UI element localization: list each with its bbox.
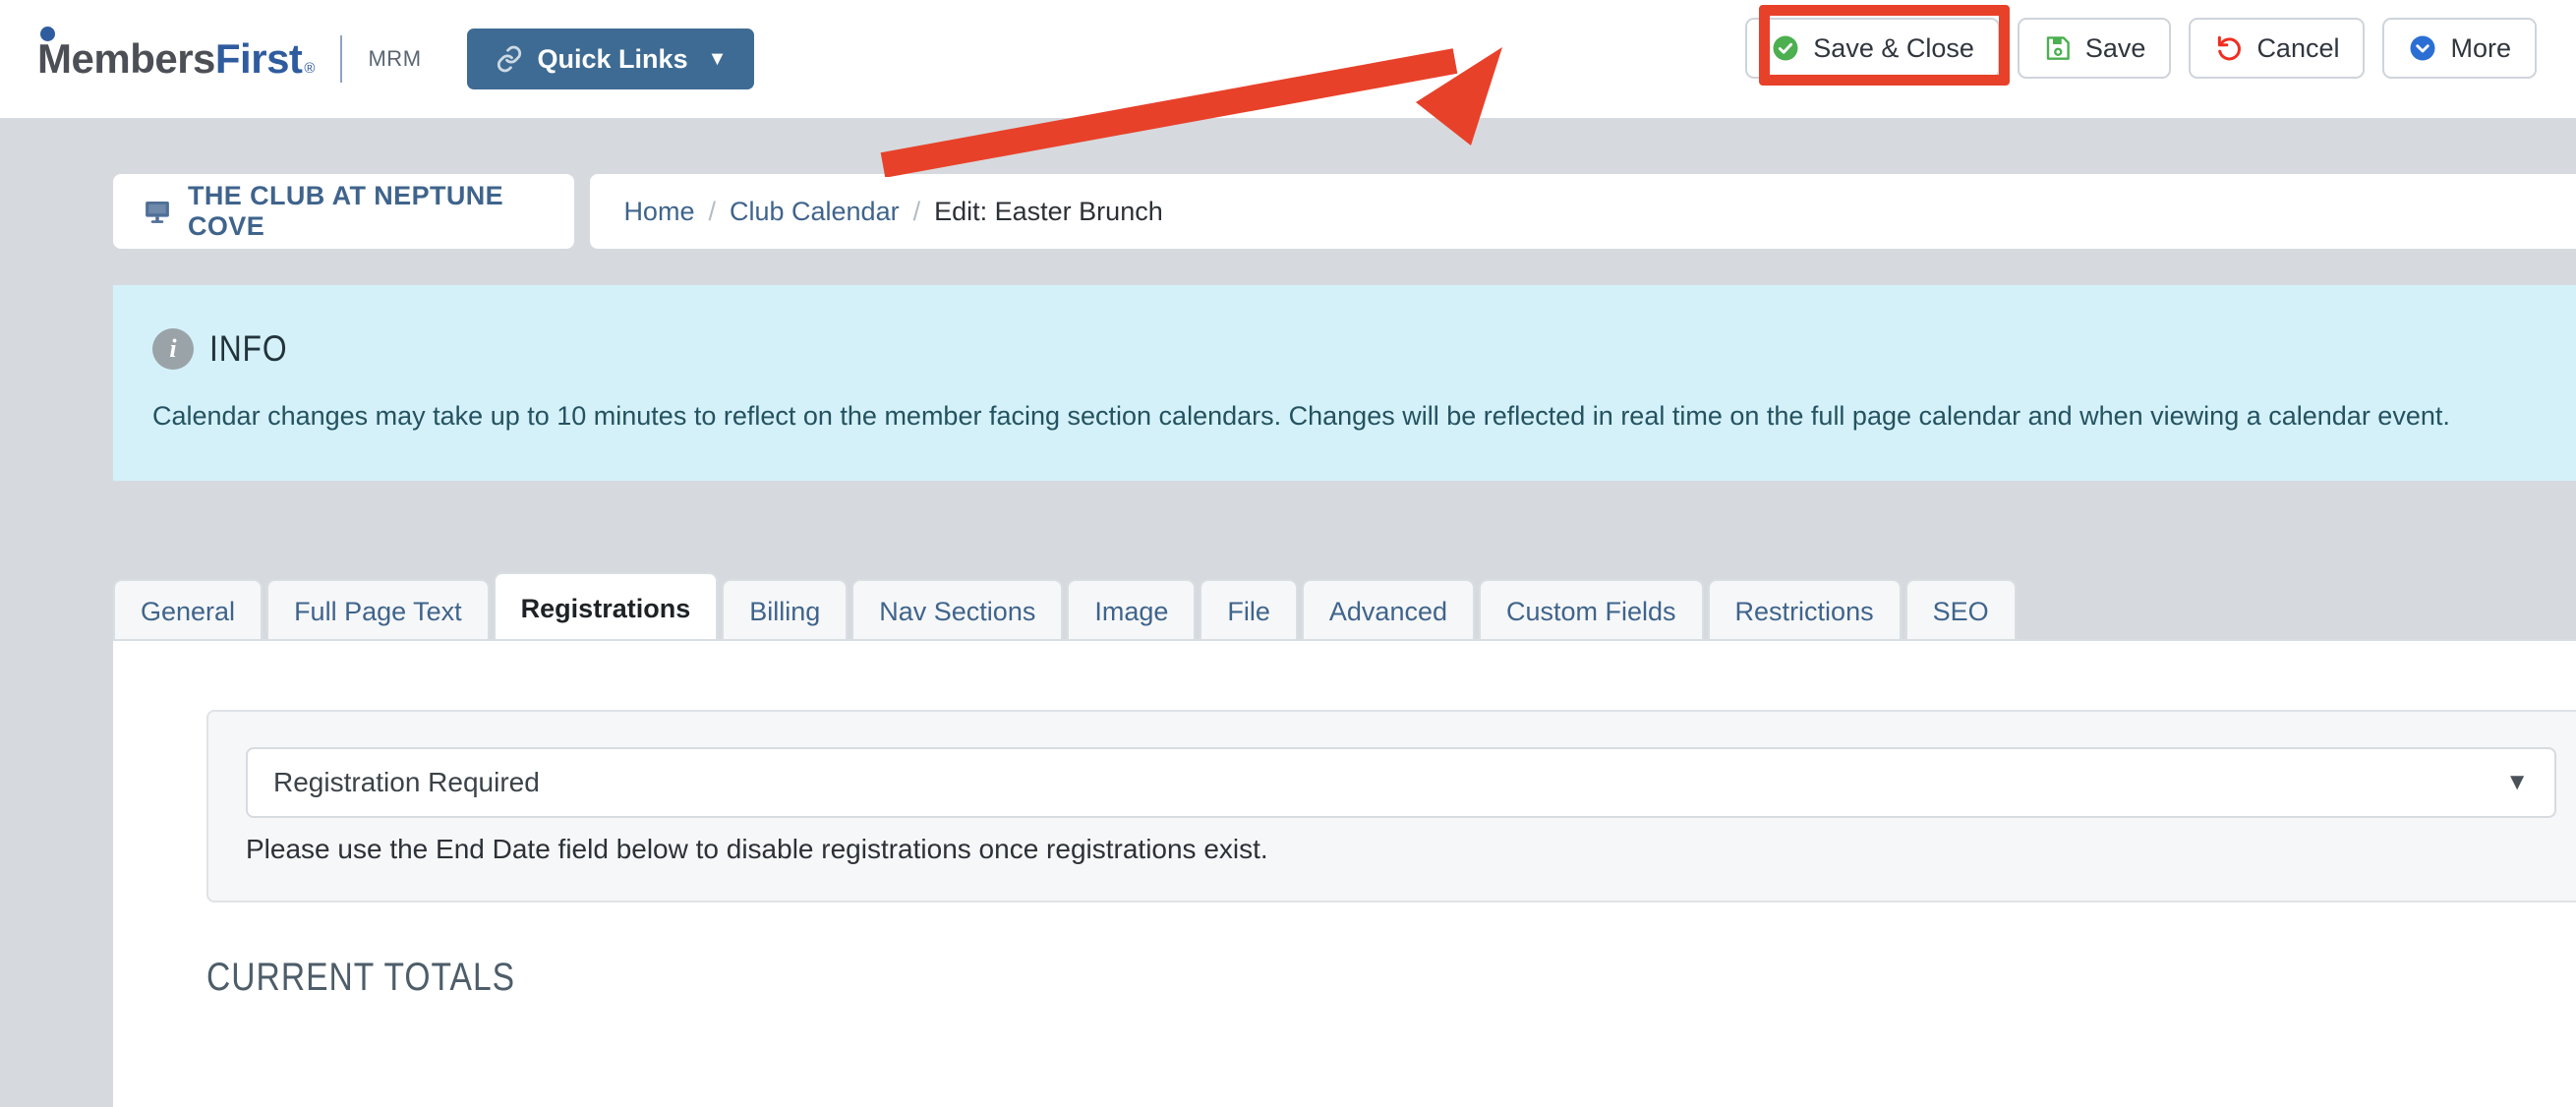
tab-full-page-text[interactable]: Full Page Text: [266, 579, 490, 643]
site-selector-chip[interactable]: THE CLUB AT NEPTUNE COVE: [113, 174, 575, 249]
breadcrumb-current: Edit: Easter Brunch: [934, 196, 1163, 226]
logo-dot-icon: [40, 27, 55, 41]
brand-logo: Members First ® MRM: [37, 27, 422, 83]
tab-registrations[interactable]: Registrations: [493, 572, 719, 643]
registration-settings-card: Registration Required ▼ Please use the E…: [206, 710, 2576, 903]
save-and-close-button[interactable]: Save & Close: [1745, 18, 2000, 79]
tab-panel-registrations: Registration Required ▼ Please use the E…: [113, 639, 2576, 1107]
save-label: Save: [2084, 32, 2146, 63]
registration-type-value: Registration Required: [273, 767, 540, 797]
monitor-icon: [146, 202, 169, 223]
site-name-label: THE CLUB AT NEPTUNE COVE: [188, 181, 504, 241]
breadcrumb-row: THE CLUB AT NEPTUNE COVE Home / Club Cal…: [113, 174, 2576, 249]
tab-seo[interactable]: SEO: [1904, 579, 2017, 643]
breadcrumb-separator: /: [912, 196, 921, 226]
brand-divider: [340, 35, 343, 83]
tab-general[interactable]: General: [113, 579, 263, 643]
registration-type-select[interactable]: Registration Required ▼: [246, 747, 2556, 818]
membersfirst-logo: Members First ®: [37, 27, 316, 83]
breadcrumb-separator: /: [708, 196, 716, 226]
tab-nav-sections[interactable]: Nav Sections: [851, 579, 1064, 643]
info-alert: i INFO Calendar changes may take up to 1…: [113, 285, 2576, 482]
app-root: Members First ® MRM Quick Links ▼ Save &…: [0, 0, 2576, 1107]
cancel-label: Cancel: [2256, 32, 2340, 63]
quick-links-button[interactable]: Quick Links ▼: [466, 29, 755, 89]
page-content: THE CLUB AT NEPTUNE COVE Home / Club Cal…: [0, 118, 2576, 1107]
info-alert-title: INFO: [209, 328, 288, 369]
save-and-close-label: Save & Close: [1813, 32, 1974, 63]
floppy-disk-icon: [2046, 36, 2070, 60]
registration-help-text: Please use the End Date field below to d…: [246, 834, 1268, 864]
chevron-down-icon: ▼: [2505, 769, 2529, 795]
top-bar: Members First ® MRM Quick Links ▼ Save &…: [0, 0, 2576, 118]
save-button[interactable]: Save: [2017, 18, 2172, 79]
more-button[interactable]: More: [2382, 18, 2537, 79]
tab-custom-fields[interactable]: Custom Fields: [1479, 579, 1704, 643]
breadcrumb: Home / Club Calendar / Edit: Easter Brun…: [590, 174, 2576, 249]
chevron-down-circle-icon: [2410, 35, 2435, 61]
chevron-down-icon: ▼: [707, 47, 728, 70]
tab-image[interactable]: Image: [1067, 579, 1197, 643]
logo-registered-mark: ®: [304, 60, 316, 77]
tab-advanced[interactable]: Advanced: [1301, 579, 1475, 643]
tab-billing[interactable]: Billing: [722, 579, 849, 643]
tab-bar: General Full Page Text Registrations Bil…: [113, 572, 2017, 643]
info-alert-body: Calendar changes may take up to 10 minut…: [152, 401, 2450, 431]
tab-file[interactable]: File: [1200, 579, 1298, 643]
breadcrumb-item-home[interactable]: Home: [623, 197, 694, 227]
info-icon: i: [152, 328, 194, 370]
brand-subtitle: MRM: [368, 46, 422, 71]
quick-links-label: Quick Links: [537, 43, 688, 74]
link-icon: [497, 45, 521, 73]
action-button-group: Save & Close Save Cancel More: [1739, 18, 2537, 79]
logo-secondary-text: First: [214, 35, 303, 82]
check-circle-icon: [1773, 35, 1798, 61]
logo-primary-text: Members: [37, 35, 215, 82]
current-totals-heading: CURRENT TOTALS: [206, 956, 516, 999]
undo-arrow-icon: [2218, 35, 2242, 61]
more-label: More: [2450, 32, 2511, 63]
breadcrumb-item-club-calendar[interactable]: Club Calendar: [730, 197, 900, 227]
info-alert-header: i INFO: [152, 328, 2571, 370]
cancel-button[interactable]: Cancel: [2189, 18, 2366, 79]
tab-restrictions[interactable]: Restrictions: [1707, 579, 1902, 643]
